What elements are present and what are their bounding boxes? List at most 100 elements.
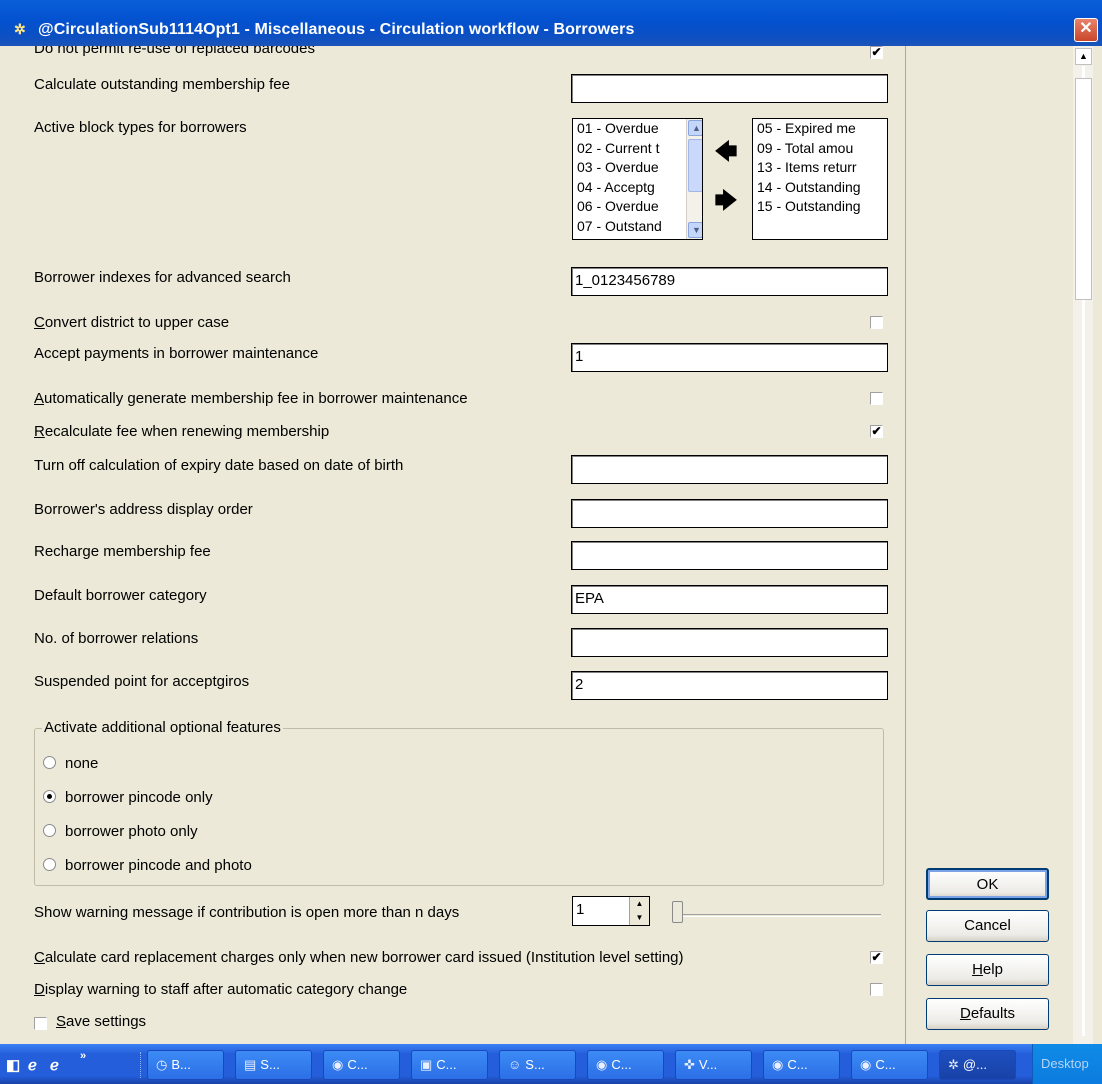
scroll-up-icon[interactable]: ▲ xyxy=(688,120,702,136)
globe-app-icon: ◉ xyxy=(772,1057,784,1072)
taskbar-button-label: S... xyxy=(260,1057,280,1072)
selected-block-type-item[interactable]: 05 - Expired me xyxy=(755,119,887,139)
warning-days-slider-thumb[interactable] xyxy=(672,901,683,923)
taskbar-button[interactable]: ◉ C... xyxy=(851,1050,928,1080)
available-block-type-item[interactable]: 01 - Overdue xyxy=(575,119,688,139)
radio-label: borrower photo only xyxy=(65,823,198,840)
taskbar-button-label: C... xyxy=(611,1057,632,1072)
selected-block-type-item[interactable]: 14 - Outstanding xyxy=(755,178,887,198)
recharge-fee-input[interactable] xyxy=(571,541,888,570)
close-button[interactable]: ✕ xyxy=(1074,18,1098,42)
suspended-point-input[interactable]: 2 xyxy=(571,671,888,700)
radio-label: none xyxy=(65,755,99,772)
warning-days-value[interactable]: 1 xyxy=(576,901,584,918)
cancel-button[interactable]: Cancel xyxy=(926,910,1049,942)
help-button[interactable]: Help xyxy=(926,954,1049,986)
reuse-barcodes-checkbox[interactable]: ✔ xyxy=(870,46,883,59)
taskbar-button[interactable]: ☺ S... xyxy=(499,1050,576,1080)
radio-button[interactable] xyxy=(43,790,56,803)
auto-fee-label: Automatically generate membership fee in… xyxy=(34,390,468,407)
clock-icon: ◷ xyxy=(156,1057,168,1072)
radio-button[interactable] xyxy=(43,824,56,837)
address-order-input[interactable] xyxy=(571,499,888,528)
available-block-type-item[interactable]: 03 - Overdue xyxy=(575,158,688,178)
warning-days-spinner[interactable]: 1 ▲ ▼ xyxy=(572,896,650,926)
relations-input[interactable] xyxy=(571,628,888,657)
adv-search-input[interactable]: 1_0123456789 xyxy=(571,267,888,296)
block-types-label: Active block types for borrowers xyxy=(34,119,247,136)
taskbar-button[interactable]: ◉ C... xyxy=(587,1050,664,1080)
save-settings-label: Save settings xyxy=(56,1013,147,1030)
category-change-label: Display warning to staff after automatic… xyxy=(34,981,408,998)
panel-divider xyxy=(905,46,906,1044)
optional-feature-option[interactable]: borrower pincode and photo xyxy=(43,857,252,874)
spin-down-icon[interactable]: ▼ xyxy=(630,911,649,925)
word-doc-icon: ▤ xyxy=(244,1057,257,1072)
radio-button[interactable] xyxy=(43,756,56,769)
tray-desktop[interactable]: Desktop xyxy=(1032,1044,1102,1084)
settings-gear-icon: ✲ xyxy=(948,1057,959,1072)
taskbar-button[interactable]: ✜ V... xyxy=(675,1050,752,1080)
taskbar-separator xyxy=(140,1052,142,1078)
card-replacement-label: Calculate card replacement charges only … xyxy=(34,949,684,966)
available-block-type-item[interactable]: 06 - Overdue xyxy=(575,197,688,217)
quicklaunch-more-icon[interactable]: » xyxy=(80,1050,86,1062)
taskbar-button[interactable]: ◷ B... xyxy=(147,1050,224,1080)
scrollbar-thumb[interactable] xyxy=(1075,78,1092,300)
title-bar: ✲ @CirculationSub1114Opt1 - Miscellaneou… xyxy=(0,0,1102,46)
taskbar-button-label: S... xyxy=(525,1057,545,1072)
optional-feature-option[interactable]: borrower photo only xyxy=(43,823,198,840)
available-block-type-item[interactable]: 02 - Current t xyxy=(575,139,688,159)
auto-fee-checkbox[interactable] xyxy=(870,392,883,405)
selected-block-types-list[interactable]: 05 - Expired me 09 - Total amou 13 - Items… xyxy=(752,118,888,240)
quicklaunch-ie-icon[interactable]: ℯ xyxy=(28,1056,37,1074)
taskbar-button[interactable]: ▣ C... xyxy=(411,1050,488,1080)
move-right-button[interactable]: 🡆 xyxy=(711,187,741,217)
outstanding-fee-label: Calculate outstanding membership fee xyxy=(34,76,290,93)
scroll-down-icon[interactable]: ▼ xyxy=(688,222,702,238)
accept-payments-input[interactable]: 1 xyxy=(571,343,888,372)
spin-up-icon[interactable]: ▲ xyxy=(630,897,649,911)
tray-desktop-label: Desktop xyxy=(1041,1056,1089,1071)
spinner-buttons[interactable]: ▲ ▼ xyxy=(629,897,649,925)
quicklaunch-desktop-icon[interactable]: ◧ xyxy=(6,1056,20,1074)
convert-district-checkbox[interactable] xyxy=(870,316,883,329)
defaults-button[interactable]: Defaults xyxy=(926,998,1049,1030)
available-block-type-item[interactable]: 04 - Acceptg xyxy=(575,178,688,198)
available-block-types-list[interactable]: 01 - Overdue 02 - Current t 03 - Overdue 04… xyxy=(572,118,703,240)
available-list-scrollbar[interactable]: ▲ ▼ xyxy=(686,119,702,239)
outstanding-fee-input[interactable] xyxy=(571,74,888,103)
default-category-input[interactable]: EPA xyxy=(571,585,888,614)
globe-app-icon: ◉ xyxy=(596,1057,608,1072)
expiry-dob-input[interactable] xyxy=(571,455,888,484)
optional-feature-option[interactable]: borrower pincode only xyxy=(43,789,213,806)
warning-days-slider-track[interactable] xyxy=(673,914,881,917)
quicklaunch-browser-icon[interactable]: ℯ xyxy=(50,1056,59,1074)
selected-block-type-item[interactable]: 13 - Items returr xyxy=(755,158,887,178)
selected-block-type-item[interactable]: 15 - Outstanding xyxy=(755,197,887,217)
category-change-checkbox[interactable] xyxy=(870,983,883,996)
recalc-fee-checkbox[interactable]: ✔ xyxy=(870,425,883,438)
taskbar-button-label: C... xyxy=(787,1057,808,1072)
relations-label: No. of borrower relations xyxy=(34,630,199,647)
window-title: @CirculationSub1114Opt1 - Miscellaneous … xyxy=(38,21,635,38)
selected-block-type-item[interactable]: 09 - Total amou xyxy=(755,139,887,159)
taskbar-button[interactable]: ◉ C... xyxy=(323,1050,400,1080)
save-settings-checkbox[interactable] xyxy=(34,1017,47,1030)
radio-label: borrower pincode only xyxy=(65,789,213,806)
vdx-icon: ✜ xyxy=(684,1057,695,1072)
radio-button[interactable] xyxy=(43,858,56,871)
move-left-button[interactable]: 🡄 xyxy=(711,138,741,168)
scroll-thumb[interactable] xyxy=(688,139,702,192)
expiry-dob-label: Turn off calculation of expiry date base… xyxy=(34,457,404,474)
ok-button[interactable]: OK xyxy=(926,868,1049,900)
available-block-type-item[interactable]: 07 - Outstand xyxy=(575,217,688,237)
taskbar-button[interactable]: ◉ C... xyxy=(763,1050,840,1080)
scroll-up-icon[interactable]: ▲ xyxy=(1075,48,1092,65)
card-replacement-checkbox[interactable]: ✔ xyxy=(870,951,883,964)
optional-feature-option[interactable]: none xyxy=(43,755,98,772)
main-scrollbar[interactable]: ▲ xyxy=(1073,46,1093,1044)
taskbar-button[interactable]: ✲ @... xyxy=(939,1050,1016,1080)
taskbar-button[interactable]: ▤ S... xyxy=(235,1050,312,1080)
suspended-point-label: Suspended point for acceptgiros xyxy=(34,673,250,690)
